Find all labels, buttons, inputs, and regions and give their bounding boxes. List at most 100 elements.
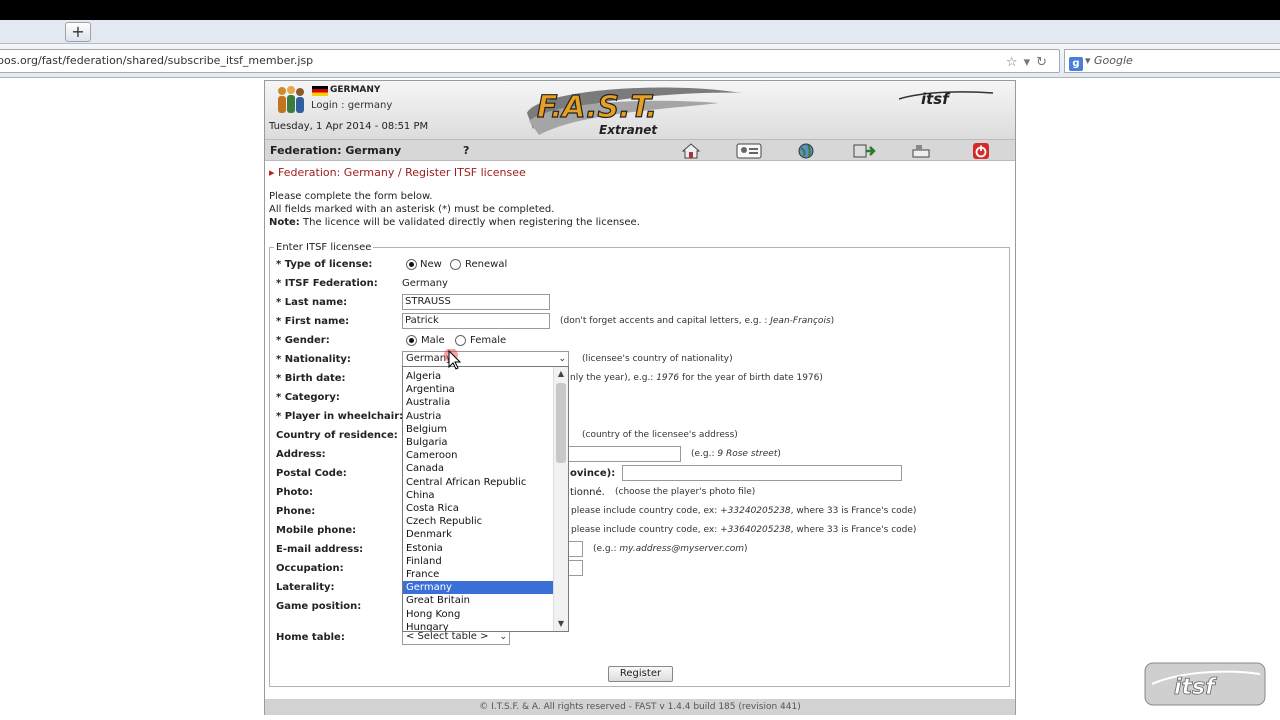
page-footer: © I.T.S.F. & A. All rights reserved - FA… (265, 699, 1015, 715)
people-icon (278, 86, 304, 113)
label-birthdate: * Birth date: (276, 373, 346, 384)
breadcrumb: ▸ Federation: Germany / Register ITSF li… (269, 166, 526, 179)
dropdown-option[interactable]: Canada (403, 462, 553, 475)
label-gender-male: Male (421, 335, 445, 346)
dropdown-option[interactable]: Hungary (403, 621, 553, 631)
breadcrumb-text[interactable]: Federation: Germany / Register ITSF lice… (278, 166, 526, 179)
federation-value: Germany (402, 278, 448, 289)
address-hint-example: 9 Rose street (717, 449, 778, 459)
fast-logo-title: F.A.S.T. (537, 90, 657, 125)
lastname-input[interactable]: STRAUSS (402, 294, 550, 310)
radio-type-renewal[interactable] (450, 259, 461, 270)
label-occupation: Occupation: (276, 563, 344, 574)
chevron-down-icon[interactable]: ⌄ (558, 352, 566, 366)
photo-partial-text: tionné. (570, 487, 605, 498)
province-input[interactable] (622, 465, 902, 481)
dropdown-option[interactable]: Belgium (403, 423, 553, 436)
new-tab-button[interactable]: + (65, 22, 91, 42)
dropdown-option[interactable]: Cameroon (403, 449, 553, 462)
intro-line-1: Please complete the form below. (269, 191, 433, 202)
label-address: Address: (276, 449, 326, 460)
address-input[interactable] (565, 446, 681, 462)
globe-icon[interactable] (795, 142, 817, 160)
hometable-chevron-down-icon[interactable]: ⌄ (499, 630, 507, 644)
email-hint-pre: (e.g.: (593, 544, 620, 554)
search-box[interactable]: g ▾ Google (1064, 49, 1280, 73)
tools-icon[interactable] (910, 142, 932, 160)
breadcrumb-arrow-icon: ▸ (269, 166, 275, 179)
mobile-hint-pre: please include country code, ex: (571, 525, 721, 535)
label-gender-female: Female (470, 335, 507, 346)
label-mobile: Mobile phone: (276, 525, 357, 536)
email-hint-post: ) (744, 544, 748, 554)
scroll-down-icon[interactable]: ▼ (554, 617, 568, 631)
nationality-select[interactable]: Germany ⌄ (402, 351, 569, 367)
transfer-icon[interactable] (852, 142, 878, 160)
bookmark-star-icon[interactable]: ☆ (1006, 55, 1024, 70)
dropdown-option[interactable]: China (403, 489, 553, 502)
help-link[interactable]: ? (463, 144, 469, 157)
scroll-up-icon[interactable]: ▲ (554, 367, 568, 381)
address-bar[interactable]: pos.org/fast/federation/shared/subscribe… (0, 49, 1060, 73)
label-category: * Category: (276, 392, 340, 403)
mobile-hint-example: +33640205238 (720, 525, 791, 535)
dropdown-option[interactable]: Austria (403, 410, 553, 423)
radio-type-new[interactable] (406, 259, 417, 270)
dropdown-option[interactable]: Germany (403, 581, 553, 595)
birthdate-hint-example: 1976 (656, 373, 680, 383)
dropdown-option[interactable]: Czech Republic (403, 515, 553, 528)
navigation-bar: pos.org/fast/federation/shared/subscribe… (0, 44, 1280, 78)
fast-logo-subtitle: Extranet (599, 123, 658, 137)
mobile-hint-post: , where 33 is France's code) (790, 525, 917, 535)
phone-hint: please include country code, ex: +332402… (571, 506, 916, 516)
scroll-thumb[interactable] (556, 383, 566, 463)
firstname-input[interactable]: Patrick (402, 313, 550, 329)
firstname-hint-end: ) (830, 316, 835, 326)
photo-hint: (choose the player's photo file) (615, 487, 756, 497)
radio-gender-male[interactable] (406, 335, 417, 346)
dropdown-option[interactable]: Denmark (403, 528, 553, 541)
header-login: Login : germany (311, 100, 393, 111)
label-residence: Country of residence: (276, 430, 398, 441)
reload-icon[interactable]: ↻ (1036, 55, 1053, 70)
radio-gender-female[interactable] (455, 335, 466, 346)
address-hint-pre: (e.g.: (691, 449, 718, 459)
dropdown-option[interactable]: Costa Rica (403, 502, 553, 515)
page-header: GERMANY Login : germany Tuesday, 1 Apr 2… (265, 81, 1015, 139)
id-card-icon[interactable] (735, 142, 763, 160)
dropdown-option[interactable]: Central African Republic (403, 476, 553, 489)
itsf-logo-text: itsf (921, 90, 951, 107)
power-icon[interactable] (970, 142, 992, 160)
itsf-watermark-logo: itsf (1144, 662, 1266, 706)
federation-title: Federation: Germany (270, 144, 402, 157)
dropdown-option[interactable]: Finland (403, 555, 553, 568)
fast-logo: F.A.S.T. Extranet (527, 87, 741, 137)
dropdown-arrow-icon[interactable]: ▾ (1024, 55, 1037, 70)
dropdown-option[interactable]: Argentina (403, 383, 553, 396)
birthdate-hint-post: for the year of birth date 1976) (679, 373, 823, 383)
nationality-dropdown-list[interactable]: Algeria Argentina Australia Austria Belgium B… (402, 366, 569, 632)
search-dropdown-icon[interactable]: ▾ (1085, 54, 1091, 67)
dropdown-option[interactable]: Hong Kong (403, 608, 553, 621)
label-lastname: * Last name: (276, 297, 348, 308)
dropdown-option[interactable]: Great Britain (403, 594, 553, 607)
dropdown-option[interactable]: France (403, 568, 553, 581)
dropdown-option[interactable]: Australia (403, 396, 553, 409)
dropdown-option[interactable]: Bulgaria (403, 436, 553, 449)
search-engine-icon[interactable]: g (1069, 57, 1083, 71)
home-icon[interactable] (680, 142, 702, 160)
label-type-renewal: Renewal (465, 259, 508, 270)
itsf-logo: itsf (898, 90, 994, 107)
dropdown-option[interactable]: Algeria (403, 370, 553, 383)
register-button[interactable]: Register (608, 666, 673, 682)
address-hint: (e.g.: 9 Rose street) (691, 449, 781, 459)
url-actions: ☆▾↻ (1006, 52, 1053, 74)
dropdown-option[interactable]: Estonia (403, 542, 553, 555)
dropdown-scrollbar[interactable]: ▲ ▼ (553, 367, 568, 631)
firstname-hint-pre: (don't forget accents and capital letter… (560, 316, 771, 326)
phone-hint-pre: please include country code, ex: (571, 506, 721, 516)
label-hometable: Home table: (276, 632, 345, 643)
note-text: The licence will be validated directly w… (299, 217, 640, 228)
note-label: Note: (269, 217, 300, 228)
province-label: ovince): (570, 468, 616, 479)
